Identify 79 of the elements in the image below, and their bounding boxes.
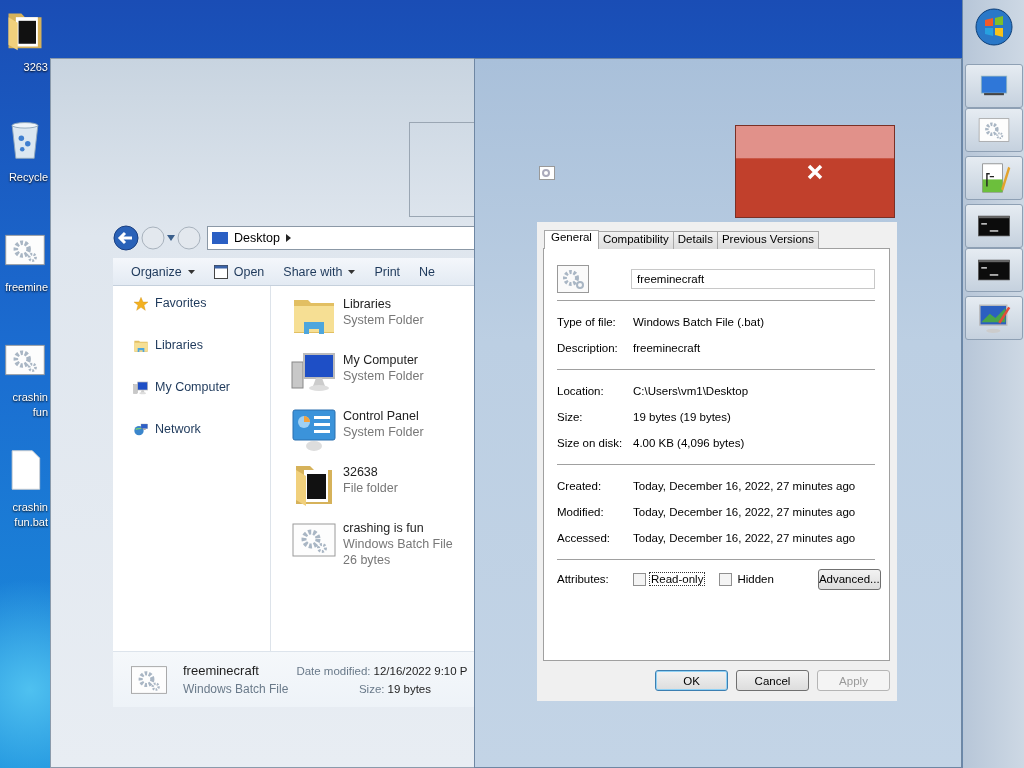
property-label: Location: [557,385,605,397]
item-detail: System Folder [343,312,424,328]
advanced-button[interactable]: Advanced... [817,568,881,590]
property-value: 4.00 KB (4,096 bytes) [633,437,745,449]
caret-icon[interactable] [167,235,175,241]
toolbar-button[interactable]: Ne [412,264,448,279]
navigation-item[interactable]: Network [113,422,270,464]
tab[interactable]: Compatibility [597,231,674,249]
item-detail: 26 bytes [343,552,392,568]
star-icon [133,296,149,312]
checkbox-label[interactable]: Read-only [649,572,706,586]
property-value: Today, December 16, 2022, 27 minutes ago [633,532,856,544]
property-value: Today, December 16, 2022, 27 minutes ago [633,506,856,518]
dialog-button[interactable]: Cancel [736,670,809,691]
property-label: Description: [557,342,619,354]
gear-file-icon [557,265,589,293]
property-label: Size: [557,411,584,423]
item-detail: System Folder [343,424,424,440]
property-label: Attributes: [557,573,610,585]
desktop-icon-label[interactable]: crashin fun.bat [12,500,49,530]
close-icon [807,163,823,180]
property-label: Accessed: [557,532,612,544]
desktop-icon-label[interactable]: Recycle [8,170,49,185]
caret-icon [348,269,356,274]
toolbar-button[interactable]: Print [367,264,413,279]
property-label: Type of file: [557,316,617,328]
file-type: Windows Batch File [183,680,289,698]
property-label: Size on disk: [557,437,624,449]
chevron-icon[interactable] [285,234,291,242]
network-icon [133,422,149,438]
tab[interactable]: Details [672,231,718,249]
checkbox-label[interactable]: Hidden [735,572,776,586]
gear-file-icon [539,166,555,180]
file-name-field[interactable]: freeminecraft [631,269,875,289]
dialog-button[interactable]: OK [655,670,728,691]
toolbar-button[interactable]: Share with [276,264,368,279]
checkbox[interactable] [633,572,646,586]
item-name[interactable]: Libraries [343,296,424,312]
property-value: Today, December 16, 2022, 27 minutes ago [633,480,856,492]
navigation-item[interactable]: Favorites [113,296,270,338]
item-name[interactable]: Control Panel [343,408,424,424]
item-name[interactable]: 32638 [343,464,398,480]
toolbar-button[interactable]: Open [206,264,277,279]
taskbar-button[interactable] [964,248,1023,292]
field-label: Size: [358,681,385,697]
property-label: Created: [557,480,603,492]
desktop-icon-label[interactable]: crashin fun [12,390,49,420]
property-value: Windows Batch File (.bat) [633,316,764,328]
taskbar-button[interactable] [964,204,1023,248]
checkbox[interactable] [719,572,733,586]
tab[interactable]: General [544,230,599,249]
window-icon [213,264,228,279]
file-name: freeminecraft [183,661,260,680]
desktop-icon-label[interactable]: freemine [5,280,49,295]
desktop-icon-label[interactable]: 3263 [23,60,49,75]
back-button[interactable] [113,225,139,251]
property-value: 19 bytes (19 bytes) [633,411,731,423]
library-icon [133,338,149,354]
item-name[interactable]: crashing is fun [343,520,453,536]
item-name[interactable]: My Computer [343,352,424,368]
address-bar[interactable]: Desktop [207,226,475,250]
field-value: 19 bytes [387,681,432,697]
field-label: Date modified: [296,663,371,679]
item-detail: File folder [343,480,398,496]
caret-icon [187,269,195,274]
close-button[interactable] [735,125,895,218]
field-value: 12/16/2022 9:10 P [373,663,468,679]
property-label: Modified: [557,506,605,518]
navigation-item[interactable]: Libraries [113,338,270,380]
computer-icon [133,380,149,396]
item-detail: System Folder [343,368,424,384]
navigation-item[interactable]: My Computer [113,380,270,422]
start-button[interactable] [974,8,1013,46]
property-value: freeminecraft [633,342,701,354]
property-value: C:\Users\vm1\Desktop [633,385,749,397]
tab[interactable]: Previous Versions [716,231,819,249]
item-detail: Windows Batch File [343,536,453,552]
monitor-icon [212,232,228,244]
toolbar-button[interactable]: Organize [125,264,207,279]
